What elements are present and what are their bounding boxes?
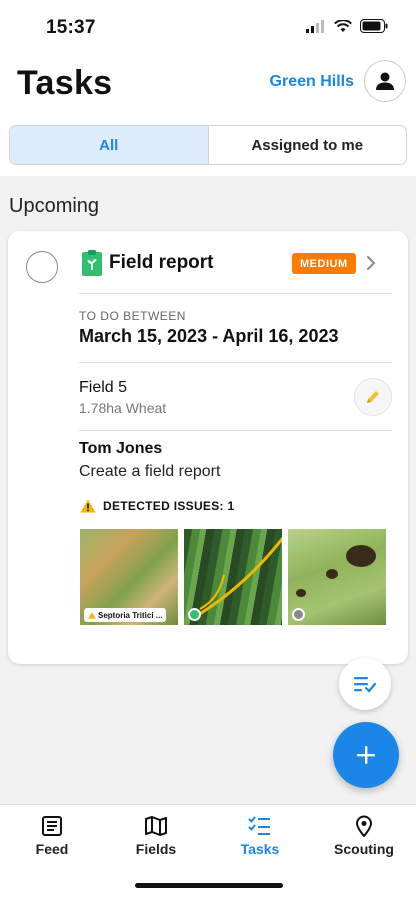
field-name: Field 5	[79, 379, 128, 396]
tab-scouting[interactable]: Scouting	[319, 815, 409, 857]
status-icons	[306, 19, 388, 33]
feed-icon	[42, 816, 62, 836]
photo-status-dot	[292, 608, 305, 621]
warning-icon	[88, 611, 96, 619]
add-task-button[interactable]	[333, 722, 399, 788]
tasks-icon	[248, 816, 270, 835]
task-card[interactable]: Field report MEDIUM TO DO BETWEEN March …	[8, 231, 408, 664]
tab-feed[interactable]: Feed	[7, 815, 97, 857]
task-title: Field report	[109, 252, 214, 273]
todo-date-range: March 15, 2023 - April 16, 2023	[79, 326, 339, 346]
detected-issues-label: DETECTED ISSUES: 1	[103, 499, 235, 513]
checklist-icon	[354, 677, 377, 693]
section-title-upcoming: Upcoming	[9, 195, 100, 217]
pencil-icon	[367, 391, 379, 403]
photo-spot	[346, 545, 376, 567]
field-detail: 1.78ha Wheat	[79, 400, 167, 416]
status-time: 15:37	[46, 17, 96, 38]
edit-button[interactable]	[354, 378, 392, 416]
home-indicator	[135, 883, 283, 888]
tab-label: Feed	[35, 841, 69, 857]
photo-spot	[326, 569, 338, 579]
todo-label: TO DO BETWEEN	[79, 309, 186, 323]
field-report-icon	[82, 250, 102, 276]
task-complete-checkbox[interactable]	[26, 251, 58, 283]
chevron-right-icon[interactable]	[366, 255, 376, 271]
issue-photo[interactable]: Septoria Tritici ...	[80, 529, 178, 625]
issue-photos: Septoria Tritici ...	[80, 529, 386, 625]
tab-label: Fields	[135, 841, 177, 857]
task-filter-segmented-control: All Assigned to me	[9, 125, 407, 165]
signal-icon	[306, 19, 324, 33]
profile-button[interactable]	[364, 60, 406, 102]
issue-photo[interactable]	[184, 529, 282, 625]
farm-selector-link[interactable]: Green Hills	[270, 73, 354, 91]
tab-fields[interactable]: Fields	[111, 815, 201, 857]
photo-tag: Septoria Tritici ...	[84, 608, 167, 622]
tab-tasks[interactable]: Tasks	[215, 815, 305, 857]
task-description: Create a field report	[79, 463, 221, 480]
map-icon	[145, 816, 167, 836]
user-icon	[376, 72, 394, 90]
task-list-button[interactable]	[339, 658, 391, 710]
header: Tasks Green Hills All Assigned to me	[0, 56, 416, 176]
tab-all[interactable]: All	[10, 126, 209, 164]
wifi-icon	[334, 19, 352, 32]
tab-label: Scouting	[334, 841, 394, 857]
battery-icon	[360, 19, 388, 33]
page-title: Tasks	[17, 64, 113, 102]
status-bar: 15:37	[0, 0, 416, 56]
divider	[79, 293, 392, 294]
assignee-name: Tom Jones	[79, 440, 163, 457]
photo-status-dot	[188, 608, 201, 621]
photo-tag-label: Septoria Tritici ...	[98, 610, 163, 620]
plus-icon	[357, 746, 375, 764]
priority-badge: MEDIUM	[292, 253, 356, 274]
divider	[79, 430, 392, 431]
location-pin-icon	[355, 815, 373, 837]
detected-issues: DETECTED ISSUES: 1	[80, 499, 234, 513]
tab-assigned-to-me[interactable]: Assigned to me	[209, 126, 407, 164]
warning-icon	[80, 499, 96, 513]
divider	[79, 362, 392, 363]
photo-spot	[296, 589, 306, 597]
tab-label: Tasks	[240, 841, 280, 857]
issue-photo[interactable]	[288, 529, 386, 625]
